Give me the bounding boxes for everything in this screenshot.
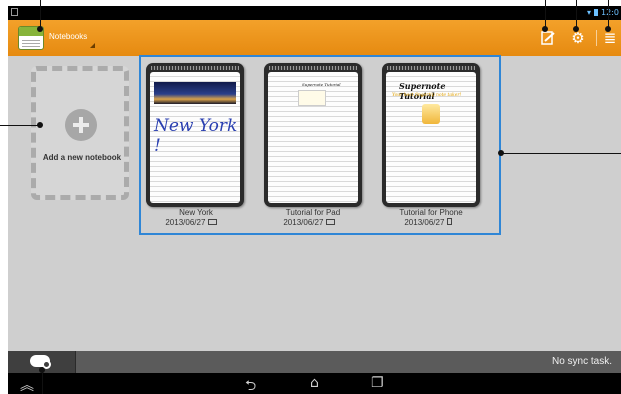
notebook-item[interactable]: Supernote Tutorial: [264, 63, 362, 207]
callout-line: [545, 0, 546, 28]
callout-line: [0, 125, 40, 126]
add-plus-icon: [65, 109, 97, 141]
recent-apps-icon[interactable]: ❐: [371, 375, 384, 391]
callout-line: [608, 0, 609, 28]
notebook-date: 2013/06/27: [136, 218, 246, 227]
sync-status-text: No sync task.: [551, 356, 612, 367]
callout-dot: [605, 26, 611, 32]
callout-dot: [573, 26, 579, 32]
callout-dot: [498, 150, 504, 156]
notebook-cover: New York !: [146, 63, 244, 207]
callout-dot: [37, 122, 43, 128]
home-chevron-icon[interactable]: ︽: [20, 375, 34, 394]
notification-icon: [11, 8, 18, 16]
notebook-cover: Supernote Tutorial: [264, 63, 362, 207]
cover-illustration: [298, 90, 326, 106]
callout-line: [501, 153, 621, 154]
cover-title: Supernote Tutorial: [302, 82, 341, 87]
figure: ▾ 12:0 Notebooks ⚙ ≣ Add a new notebook: [0, 0, 621, 394]
system-nav-bar: ︽ ⮌ ⌂ ❐: [8, 373, 621, 394]
home-icon[interactable]: ⌂: [310, 375, 319, 391]
handwriting-text: New York !: [154, 116, 238, 156]
dropdown-caret-icon: [90, 43, 95, 48]
callout-dot: [39, 367, 45, 373]
notebook-date: 2013/06/27: [254, 218, 364, 227]
add-notebook-button[interactable]: Add a new notebook: [31, 66, 129, 200]
back-icon[interactable]: ⮌: [245, 375, 256, 394]
notebooks-dropdown-label[interactable]: Notebooks: [49, 32, 87, 41]
notebook-date: 2013/06/27: [373, 218, 483, 227]
clock: 12:0: [601, 8, 619, 17]
cover-title: Supernote Tutorial: [399, 81, 446, 101]
add-notebook-label: Add a new notebook: [42, 153, 122, 162]
notebook-name: New York: [179, 208, 213, 217]
notebook-type-icon: [207, 219, 217, 225]
callout-dot: [542, 26, 548, 32]
notebook-name: Tutorial for Pad: [285, 208, 341, 217]
notebook-type-icon: [325, 219, 335, 225]
bottom-bar: No sync task.: [8, 351, 621, 373]
battery-icon: [594, 9, 599, 16]
action-bar: Notebooks ⚙ ≣: [8, 20, 621, 56]
edit-page-icon[interactable]: [538, 28, 558, 48]
callout-line: [40, 0, 41, 28]
action-bar-divider: [596, 30, 597, 46]
cover-subtitle: Your best fingertip note taker!: [392, 93, 462, 98]
notebook-item[interactable]: New York !: [146, 63, 244, 207]
notebook-type-icon: [446, 218, 452, 225]
tablet-screen: ▾ 12:0 Notebooks ⚙ ≣ Add a new notebook: [8, 6, 621, 394]
notebook-name: Tutorial for Phone: [399, 208, 463, 217]
callout-dot: [37, 26, 43, 32]
city-photo: [154, 82, 236, 104]
cover-illustration: [422, 104, 440, 124]
notebook-cover: Supernote Tutorial Your best fingertip n…: [382, 63, 480, 207]
wifi-icon: ▾: [587, 8, 592, 17]
status-bar: ▾ 12:0: [8, 6, 621, 20]
notebook-item[interactable]: Supernote Tutorial Your best fingertip n…: [382, 63, 480, 207]
callout-line: [576, 0, 577, 28]
callout-line: [42, 370, 43, 394]
